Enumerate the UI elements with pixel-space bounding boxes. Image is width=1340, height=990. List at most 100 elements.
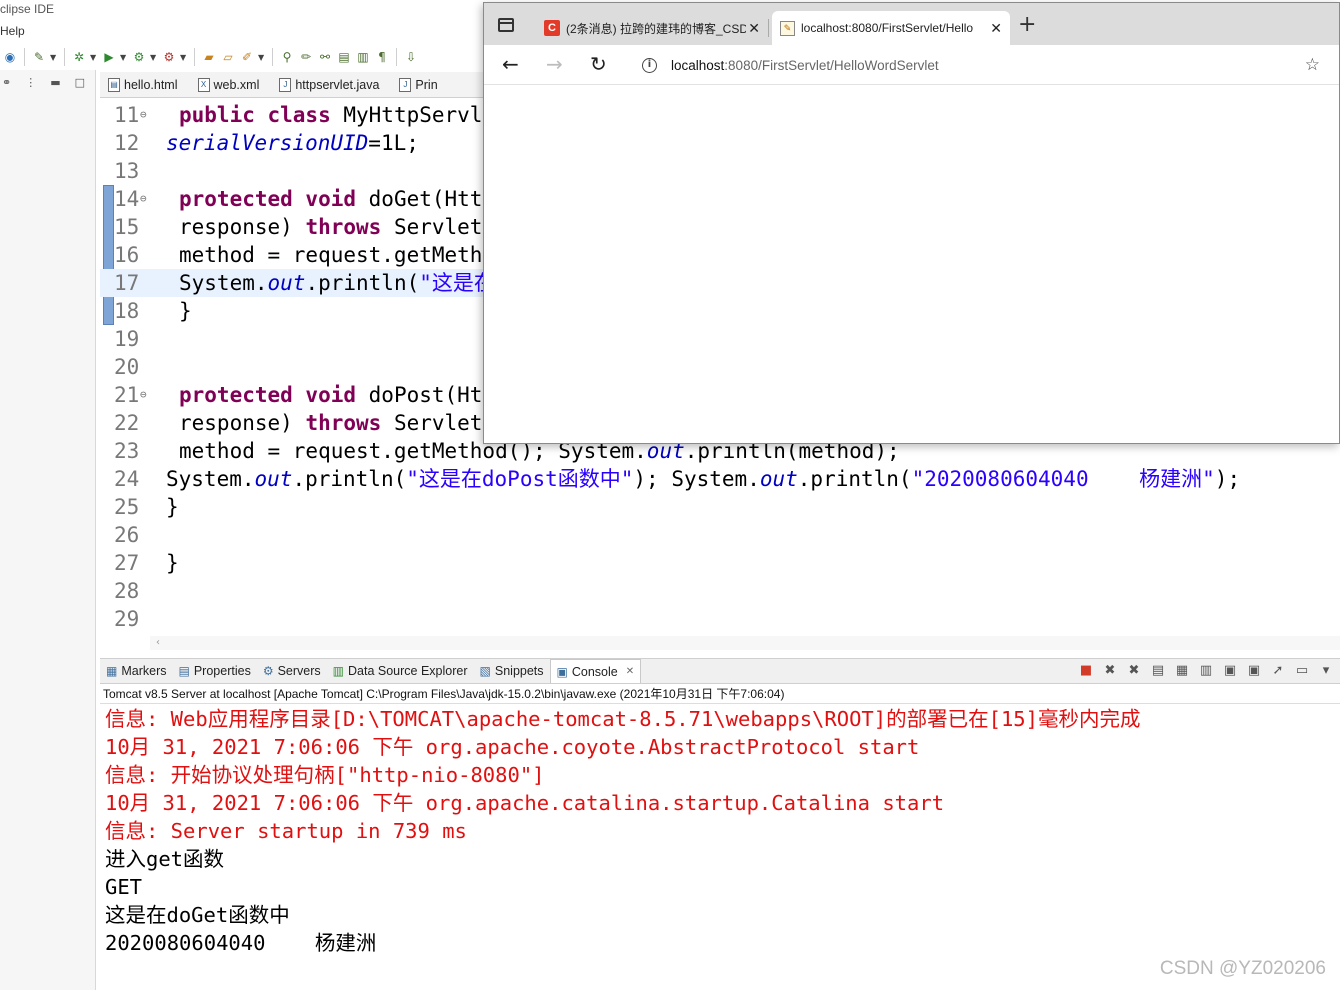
properties-icon: ▤ [178,664,190,678]
run-icon[interactable]: ▶ [101,49,117,65]
back-arrow-icon[interactable]: ← [502,53,519,75]
browser-window: C (2条消息) 拉跨的建玮的博客_CSD ✕ ✎ localhost:8080… [483,2,1340,444]
browser-tab-csdn[interactable]: C (2条消息) 拉跨的建玮的博客_CSD ✕ [536,11,768,45]
chevron-down-icon[interactable]: ▼ [258,53,266,62]
url-text[interactable]: localhost:8080/FirstServlet/HelloWordSer… [671,58,939,73]
tab-data-source-explorer[interactable]: ▥ Data Source Explorer [327,659,474,683]
ide-title: clipse IDE [0,2,55,16]
chevron-down-icon[interactable]: ▼ [120,53,128,62]
terminate-icon[interactable]: ■ [1078,663,1094,678]
tab-label: Servers [277,664,321,678]
globe-icon[interactable]: ◉ [2,49,18,65]
code-line[interactable]: 29 [100,605,1340,633]
code-line[interactable]: 25} [100,493,1340,521]
run-server-icon[interactable]: ⚙ [131,49,147,65]
browser-tab-title: (2条消息) 拉跨的建玮的博客_CSD [566,21,746,36]
display-console-icon[interactable]: ▭ [1294,663,1310,678]
edit-icon[interactable]: ✐ [239,49,255,65]
next-annotation-icon[interactable]: ⇩ [403,49,419,65]
refresh-icon[interactable]: ↻ [590,53,607,75]
word-wrap-icon[interactable]: ▥ [1198,663,1214,678]
java-file-icon: J [399,77,412,92]
chevron-down-icon[interactable]: ▼ [150,53,158,62]
editor-tab-hello-html[interactable]: ▤ hello.html [100,72,190,98]
code-token: method = request.getMeth [179,243,483,267]
tab-snippets[interactable]: ▧ Snippets [474,659,550,683]
editor-tab-web-xml[interactable]: X web.xml [190,72,272,98]
minimize-icon[interactable]: ▬ [50,76,60,89]
line-number: 29 [114,607,140,631]
forward-arrow-icon[interactable]: → [546,53,563,75]
chevron-down-icon[interactable]: ▾ [1318,663,1334,678]
address-bar[interactable]: i localhost:8080/FirstServlet/HelloWordS… [630,51,1330,79]
fold-toggle-icon[interactable]: ⊖ [140,381,147,409]
view-menu-icon[interactable]: ⋮ [25,76,36,89]
remove-all-icon[interactable]: ✖ [1126,663,1142,678]
code-token: out [267,271,306,295]
code-line[interactable]: 26 [100,521,1340,549]
link-editor-icon[interactable]: ⚭ [2,76,11,89]
toolbar-separator [272,48,273,66]
fold-toggle-icon[interactable]: ⊖ [140,185,147,213]
debug-icon[interactable]: ✲ [71,49,87,65]
new-wizard-icon[interactable]: ✎ [31,49,47,65]
url-path: :8080/FirstServlet/HelloWordServlet [724,57,939,73]
maximize-icon[interactable]: □ [75,76,85,89]
editor-tab-httpservlet-java[interactable]: J httpservlet.java [271,72,391,98]
close-icon[interactable]: ✕ [626,666,634,677]
chevron-left-icon[interactable]: ‹ [156,637,160,648]
code-line[interactable]: 27} [100,549,1340,577]
chevron-down-icon[interactable]: ▼ [180,53,188,62]
show-on-stderr-icon[interactable]: ▣ [1246,663,1262,678]
menu-help[interactable]: Help [0,24,25,38]
close-icon[interactable]: ✕ [990,20,1002,37]
chevron-down-icon[interactable]: ▼ [50,53,58,62]
code-token: "2020080604040 杨建洲" [911,467,1215,491]
scroll-lock-icon[interactable]: ▦ [1174,663,1190,678]
horizontal-scrollbar[interactable]: ‹ [150,636,1340,650]
chevron-down-icon[interactable]: ▼ [90,53,98,62]
xml-file-icon: X [197,77,210,92]
code-text: serialVersionUID=1L; [166,129,419,157]
pin-console-icon[interactable]: ➚ [1270,663,1286,678]
line-number: 12 [114,131,140,155]
tab-properties[interactable]: ▤ Properties [173,659,257,683]
info-icon[interactable]: i [642,57,657,73]
tab-actions-icon[interactable] [498,18,514,32]
search-icon[interactable]: ⚲ [279,49,295,65]
tab-console[interactable]: ▣ Console ✕ [549,659,642,683]
browser-tab-localhost[interactable]: ✎ localhost:8080/FirstServlet/Hello ✕ [772,11,1010,45]
console-icon: ▣ [556,664,568,679]
code-text: public class MyHttpServl [179,101,482,129]
code-line[interactable]: 28 [100,577,1340,605]
show-on-stdout-icon[interactable]: ▣ [1222,663,1238,678]
fold-toggle-icon[interactable]: ⊖ [140,101,147,129]
remove-launch-icon[interactable]: ✖ [1102,663,1118,678]
pilcrow-icon[interactable]: ¶ [374,49,390,65]
pen-icon[interactable]: ✏ [298,49,314,65]
close-icon[interactable]: ✕ [748,20,760,37]
clear-console-icon[interactable]: ▤ [1150,663,1166,678]
code-text: response) throws Servlet [179,213,482,241]
outline-icon[interactable]: ▤ [336,49,352,65]
project-explorer-panel: ⚭ ⋮ ▬ □ [0,70,96,990]
bottom-view-tabs: ▦ Markers ▤ Properties ⚙ Servers ▥ Data … [100,658,1340,684]
editor-tab-prin[interactable]: J Prin [391,72,449,98]
code-token: "这是在doPost函数中" [406,467,634,491]
tab-markers[interactable]: ▦ Markers [100,659,173,683]
console-line: GET [105,875,143,899]
code-text: System.out.println("这是在doPost函数中"); Syst… [166,465,1240,493]
open-type-icon[interactable]: ▱ [220,49,236,65]
new-tab-icon[interactable]: + [1018,14,1036,36]
doc-icon[interactable]: ▥ [355,49,371,65]
open-folder-icon[interactable]: ▰ [201,49,217,65]
console-output[interactable]: 信息: Web应用程序目录[D:\TOMCAT\apache-tomcat-8.… [100,703,1340,990]
tab-servers[interactable]: ⚙ Servers [257,659,327,683]
code-line[interactable]: 24 System.out.println("这是在doPost函数中"); Sy… [100,465,1340,493]
link-icon[interactable]: ⚯ [317,49,333,65]
external-tools-icon[interactable]: ⚙ [161,49,177,65]
editor-tab-label: httpservlet.java [295,77,380,92]
console-process-label: Tomcat v8.5 Server at localhost [Apache … [103,687,785,701]
add-favorite-icon[interactable]: ☆ [1305,55,1320,75]
line-number: 25 [114,495,140,519]
